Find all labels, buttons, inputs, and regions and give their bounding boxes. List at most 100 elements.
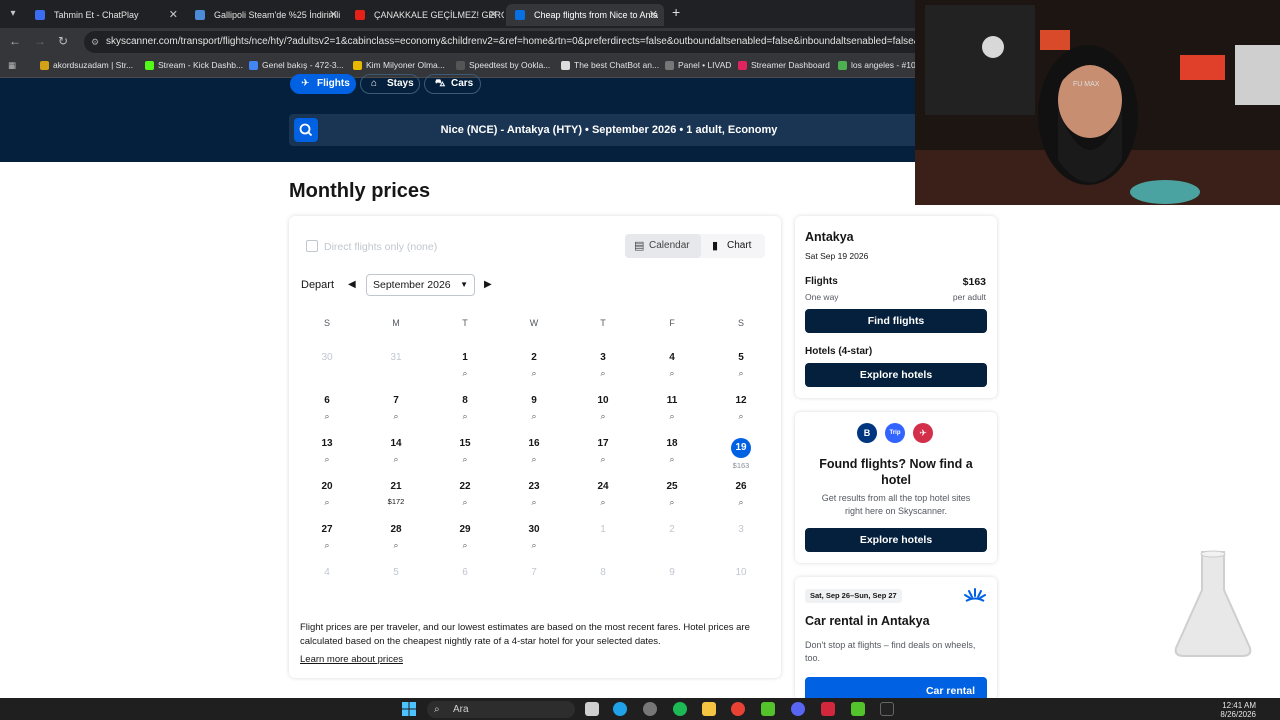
task-view-icon[interactable] [585, 702, 599, 716]
search-summary-bar[interactable]: Nice (NCE) - Antakya (HTY) • September 2… [289, 114, 929, 146]
calendar-day[interactable]: 23 ⌕ [514, 480, 554, 516]
apps-grid-icon[interactable]: ▦ [8, 60, 16, 71]
search-price-icon[interactable]: ⌕ [307, 496, 347, 508]
calendar-view-button[interactable]: ▤ Calendar [625, 234, 701, 258]
taskbar-clock[interactable]: 12:41 AM 8/26/2026 [1220, 701, 1256, 719]
search-price-icon[interactable]: ⌕ [514, 539, 554, 551]
calendar-day[interactable]: 28 ⌕ [376, 523, 416, 559]
calendar-day[interactable]: 27 ⌕ [307, 523, 347, 559]
bookmark-item[interactable]: Kim Milyoner Olma... [353, 60, 445, 70]
line-app-icon[interactable] [761, 702, 775, 716]
calendar-day[interactable]: 15 ⌕ [445, 437, 485, 473]
tab-steam[interactable]: Gallipoli Steam'de %25 İndirimli ✕ [186, 4, 344, 26]
search-price-icon[interactable]: ⌕ [583, 410, 623, 422]
file-explorer-icon[interactable] [702, 702, 716, 716]
search-price-icon[interactable]: ⌕ [721, 367, 761, 379]
calendar-day[interactable]: 22 ⌕ [445, 480, 485, 516]
search-price-icon[interactable]: ⌕ [307, 410, 347, 422]
windows-start-icon[interactable] [402, 702, 416, 716]
calendar-day[interactable]: 21 $172 [376, 480, 416, 516]
bookmark-item[interactable]: los angeles - #102 [838, 60, 920, 70]
search-price-icon[interactable]: ⌕ [307, 539, 347, 551]
calendar-day[interactable]: 6 ⌕ [307, 394, 347, 430]
discord-icon[interactable] [791, 702, 805, 716]
search-price-icon[interactable]: ⌕ [721, 496, 761, 508]
epic-games-icon[interactable] [880, 702, 894, 716]
prev-month-arrow-icon[interactable]: ◀ [348, 279, 356, 290]
taskbar-search[interactable]: ⌕ Ara [427, 701, 575, 718]
search-price-icon[interactable]: ⌕ [721, 410, 761, 422]
tab-search-icon[interactable]: ▾ [4, 5, 22, 23]
tab-chatplay[interactable]: Tahmin Et - ChatPlay ✕ [26, 4, 184, 26]
nav-cars[interactable]: ⛍ Cars [424, 74, 481, 94]
search-price-icon[interactable]: ⌕ [307, 453, 347, 465]
calendar-day[interactable]: 29 ⌕ [445, 523, 485, 559]
nav-stays[interactable]: ⌂ Stays [360, 74, 420, 94]
bookmark-item[interactable]: Panel • LIVAD [665, 60, 731, 70]
calendar-day[interactable]: 14 ⌕ [376, 437, 416, 473]
search-price-icon[interactable]: ⌕ [445, 496, 485, 508]
spotify-icon[interactable] [673, 702, 687, 716]
direct-flights-checkbox[interactable]: Direct flights only (none) [306, 240, 437, 253]
calendar-day[interactable]: 16 ⌕ [514, 437, 554, 473]
close-tab-icon[interactable]: ✕ [649, 4, 658, 26]
calendar-day[interactable]: 13 ⌕ [307, 437, 347, 473]
close-tab-icon[interactable]: ✕ [169, 4, 178, 26]
search-price-icon[interactable]: ⌕ [583, 496, 623, 508]
search-button[interactable] [294, 118, 318, 142]
calendar-day[interactable]: 30 ⌕ [514, 523, 554, 559]
search-price-icon[interactable]: ⌕ [652, 367, 692, 379]
nav-flights[interactable]: ✈ Flights [290, 74, 356, 94]
calendar-day[interactable]: 1 ⌕ [445, 351, 485, 387]
search-price-icon[interactable]: ⌕ [445, 367, 485, 379]
chart-view-button[interactable]: ▮ Chart [703, 234, 763, 258]
search-price-icon[interactable]: ⌕ [514, 367, 554, 379]
app-icon[interactable] [821, 702, 835, 716]
bookmark-item[interactable]: Streamer Dashboard [738, 60, 830, 70]
calendar-day[interactable]: 9 ⌕ [514, 394, 554, 430]
month-select[interactable]: September 2026 ▼ [366, 274, 475, 296]
calendar-day[interactable]: 4 ⌕ [652, 351, 692, 387]
bookmark-item[interactable]: Stream - Kick Dashb... [145, 60, 243, 70]
calendar-day[interactable]: 26 ⌕ [721, 480, 761, 516]
calendar-day[interactable]: 12 ⌕ [721, 394, 761, 430]
calendar-day[interactable]: 18 ⌕ [652, 437, 692, 473]
search-price-icon[interactable]: ⌕ [376, 539, 416, 551]
calendar-day[interactable]: 20 ⌕ [307, 480, 347, 516]
reload-icon[interactable]: ↻ [58, 34, 68, 48]
search-price-icon[interactable]: ⌕ [514, 496, 554, 508]
calendar-day[interactable]: 24 ⌕ [583, 480, 623, 516]
explore-hotels-button[interactable]: Explore hotels [805, 363, 987, 387]
calendar-day-selected[interactable]: 19 $163 [721, 437, 761, 473]
calendar-day[interactable]: 11 ⌕ [652, 394, 692, 430]
close-tab-icon[interactable]: ✕ [489, 4, 498, 26]
find-flights-button[interactable]: Find flights [805, 309, 987, 333]
search-price-icon[interactable]: ⌕ [652, 453, 692, 465]
edge-icon[interactable] [613, 702, 627, 716]
bookmark-item[interactable]: Genel bakış - 472-3... [249, 60, 344, 70]
search-price-icon[interactable]: ⌕ [445, 539, 485, 551]
explore-hotels-button-2[interactable]: Explore hotels [805, 528, 987, 552]
search-price-icon[interactable]: ⌕ [652, 410, 692, 422]
calendar-day[interactable]: 3 ⌕ [583, 351, 623, 387]
forward-icon[interactable]: → [34, 34, 46, 48]
calendar-day[interactable]: 2 ⌕ [514, 351, 554, 387]
search-price-icon[interactable]: ⌕ [514, 453, 554, 465]
calendar-day[interactable]: 7 ⌕ [376, 394, 416, 430]
calendar-day[interactable]: 10 ⌕ [583, 394, 623, 430]
app-icon[interactable] [643, 702, 657, 716]
calendar-day[interactable]: 17 ⌕ [583, 437, 623, 473]
search-price-icon[interactable]: ⌕ [652, 496, 692, 508]
chrome-icon[interactable] [731, 702, 745, 716]
search-price-icon[interactable]: ⌕ [514, 410, 554, 422]
calendar-day[interactable]: 8 ⌕ [445, 394, 485, 430]
line-app-icon[interactable] [851, 702, 865, 716]
car-rental-button[interactable]: Car rental [805, 677, 987, 700]
checkbox-box[interactable] [306, 240, 318, 252]
bookmark-item[interactable]: akordsuzadam | Str... [40, 60, 133, 70]
calendar-day[interactable]: 25 ⌕ [652, 480, 692, 516]
next-month-arrow-icon[interactable]: ▶ [484, 279, 492, 290]
tab-youtube[interactable]: ÇANAKKALE GEÇİLMEZ! GERÇE ✕ [346, 4, 504, 26]
site-info-icon[interactable]: ⚙ [91, 31, 99, 53]
new-tab-icon[interactable]: + [672, 4, 680, 20]
